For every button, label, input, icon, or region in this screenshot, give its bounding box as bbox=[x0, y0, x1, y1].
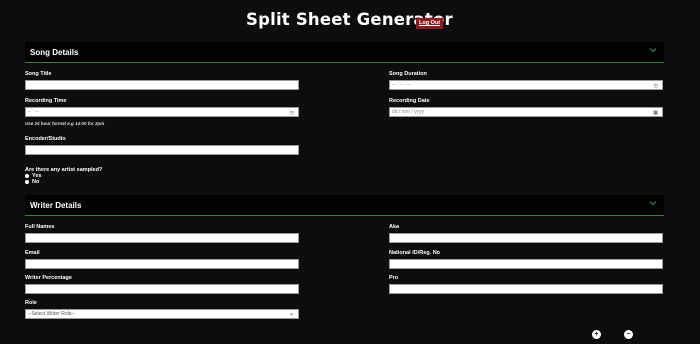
recording-time-value: -- : -- bbox=[28, 109, 39, 115]
song-duration-value: -- : -- : -- bbox=[392, 82, 411, 88]
recording-date-label: Recording Date bbox=[389, 98, 430, 104]
email-input[interactable] bbox=[25, 259, 299, 269]
national-id-input[interactable] bbox=[389, 259, 663, 269]
chevron-down-icon: ⌄ bbox=[288, 311, 294, 317]
recording-time-label: Recording Time bbox=[25, 98, 67, 104]
email-label: Email bbox=[25, 250, 40, 256]
pro-input[interactable] bbox=[389, 284, 663, 294]
full-names-input[interactable] bbox=[25, 233, 299, 243]
recording-date-value: dd / mm / yyyy bbox=[392, 109, 425, 115]
sampled-no-label: No bbox=[32, 179, 40, 185]
song-title-input[interactable] bbox=[25, 80, 299, 90]
pro-label: Pro bbox=[389, 275, 399, 281]
aka-input[interactable] bbox=[389, 233, 663, 243]
recording-date-input[interactable]: dd / mm / yyyy ▦ bbox=[389, 107, 663, 117]
add-writer-button[interactable]: + bbox=[592, 330, 601, 339]
remove-writer-button[interactable]: − bbox=[624, 330, 633, 339]
calendar-icon[interactable]: ▦ bbox=[653, 109, 658, 117]
recording-time-hint: Use 24 hour format e.g 14:00 for 2pm bbox=[25, 121, 105, 126]
full-names-label: Full Names bbox=[25, 224, 55, 230]
song-details-title: Song Details bbox=[30, 48, 79, 57]
writer-details-accordion-header[interactable]: Writer Details bbox=[25, 195, 664, 216]
logout-button[interactable]: Log Out bbox=[416, 18, 444, 29]
recording-time-input[interactable]: -- : -- ◷ bbox=[25, 107, 299, 117]
chevron-down-icon[interactable] bbox=[647, 44, 659, 56]
role-select-value: --Select Writer Role-- bbox=[28, 311, 75, 317]
song-duration-label: Song Duration bbox=[389, 71, 427, 77]
encoder-studio-input[interactable] bbox=[25, 145, 299, 155]
clock-icon[interactable]: ◷ bbox=[654, 82, 658, 90]
radio-yes[interactable] bbox=[25, 173, 29, 178]
song-duration-input[interactable]: -- : -- : -- ◷ bbox=[389, 80, 663, 90]
aka-label: Aka bbox=[389, 224, 400, 230]
radio-no[interactable] bbox=[25, 179, 29, 184]
role-select[interactable]: --Select Writer Role-- ⌄ bbox=[25, 309, 299, 319]
role-label: Role bbox=[25, 300, 37, 306]
page-header: Split Sheet Generator Log Out bbox=[0, 10, 700, 34]
clock-icon[interactable]: ◷ bbox=[290, 109, 294, 117]
national-id-label: National ID/Reg. No bbox=[389, 250, 441, 256]
song-title-label: Song Title bbox=[25, 71, 52, 77]
writer-percentage-label: Writer Percentage bbox=[25, 275, 72, 281]
sampled-no-option[interactable]: No bbox=[25, 179, 39, 185]
song-details-accordion-header[interactable]: Song Details bbox=[25, 42, 664, 63]
writer-percentage-input[interactable] bbox=[25, 284, 299, 294]
encoder-studio-label: Encoder/Studio bbox=[25, 136, 66, 142]
writer-details-title: Writer Details bbox=[30, 201, 82, 210]
chevron-down-icon[interactable] bbox=[647, 197, 659, 209]
